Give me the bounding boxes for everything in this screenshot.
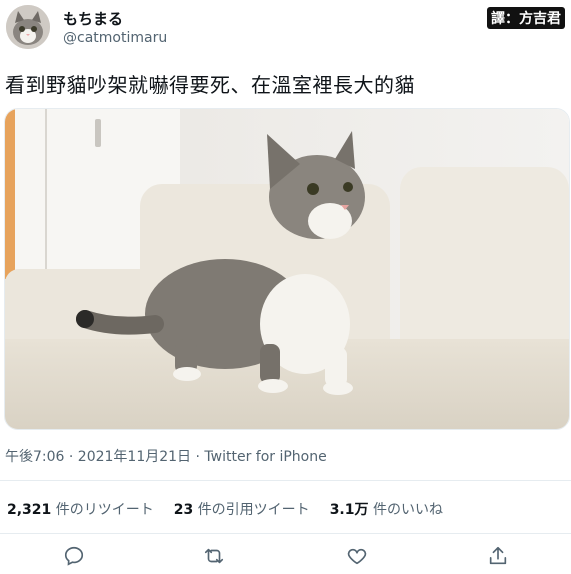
quotes-stat[interactable]: 23 件の引用ツイート bbox=[174, 499, 310, 519]
share-icon bbox=[489, 546, 507, 565]
tweet-text: 看到野貓吵架就嚇得要死、在溫室裡長大的貓 bbox=[5, 73, 415, 97]
like-button[interactable] bbox=[343, 542, 371, 570]
likes-label: 件のいいね bbox=[372, 502, 443, 518]
retweet-icon bbox=[204, 548, 224, 564]
user-handle[interactable]: @catmotimaru bbox=[63, 30, 167, 46]
tweet-source[interactable]: Twitter for iPhone bbox=[204, 449, 326, 465]
like-icon bbox=[347, 548, 367, 565]
reply-icon bbox=[64, 546, 84, 566]
tweet-actions bbox=[0, 542, 571, 570]
retweets-stat[interactable]: 2,321 件のリツイート bbox=[7, 499, 154, 519]
quotes-label: 件の引用ツイート bbox=[197, 502, 310, 518]
tweet-metadata: 午後7:06 · 2021年11月21日 · Twitter for iPhon… bbox=[5, 446, 327, 466]
cat-on-sofa-image bbox=[5, 109, 569, 429]
quotes-count: 23 bbox=[173, 502, 194, 518]
display-name[interactable]: もちまる bbox=[63, 8, 123, 29]
cat-avatar-image bbox=[6, 5, 50, 49]
divider bbox=[0, 480, 571, 481]
retweet-button[interactable] bbox=[200, 542, 228, 570]
avatar[interactable] bbox=[6, 5, 50, 49]
tweet-photo[interactable] bbox=[4, 108, 570, 430]
likes-count: 3.1万 bbox=[329, 502, 369, 518]
translator-credit: 譯：方吉君 bbox=[487, 7, 565, 29]
divider bbox=[0, 533, 571, 534]
tweet-stats: 2,321 件のリツイート 23 件の引用ツイート 3.1万 件のいいね bbox=[7, 499, 443, 519]
likes-stat[interactable]: 3.1万 件のいいね bbox=[330, 499, 443, 519]
retweets-count: 2,321 bbox=[7, 502, 52, 518]
retweets-label: 件のリツイート bbox=[55, 502, 154, 518]
reply-button[interactable] bbox=[60, 542, 88, 570]
share-button[interactable] bbox=[484, 542, 512, 570]
tweet-timestamp[interactable]: 午後7:06 · 2021年11月21日 bbox=[5, 449, 191, 465]
